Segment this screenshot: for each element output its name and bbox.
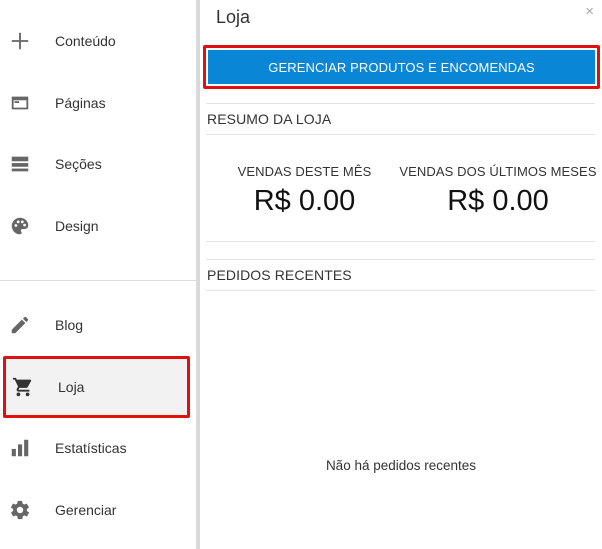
cart-icon xyxy=(12,376,34,398)
empty-orders-message: Não há pedidos recentes xyxy=(325,458,477,473)
divider xyxy=(206,259,595,260)
store-summary-title: RESUMO DA LOJA xyxy=(207,111,332,127)
sidebar-item-label: Estatísticas xyxy=(55,440,127,456)
sidebar-item-conteudo[interactable]: Conteúdo xyxy=(0,11,197,71)
stat-label: VENDAS DOS ÚLTIMOS MESES xyxy=(399,164,597,179)
close-icon[interactable]: × xyxy=(585,4,594,19)
page-title: Loja xyxy=(216,7,251,27)
recent-orders-title: PEDIDOS RECENTES xyxy=(207,267,352,283)
sidebar-item-label: Conteúdo xyxy=(55,33,116,49)
divider xyxy=(206,241,595,242)
sidebar-item-label: Seções xyxy=(55,156,102,172)
plus-icon xyxy=(9,30,31,52)
manage-button-highlight: GERENCIAR PRODUTOS E ENCOMENDAS xyxy=(203,45,600,89)
pages-icon xyxy=(9,92,31,114)
pencil-icon xyxy=(9,314,31,336)
sidebar-item-label: Loja xyxy=(58,379,85,395)
stat-month-sales: VENDAS DESTE MÊS R$ 0.00 xyxy=(222,164,387,218)
sidebar-item-design[interactable]: Design xyxy=(0,196,197,256)
stat-recent-months-sales: VENDAS DOS ÚLTIMOS MESES R$ 0.00 xyxy=(398,164,598,218)
sidebar-item-label: Blog xyxy=(55,317,84,333)
sidebar-item-label: Páginas xyxy=(55,95,106,111)
sidebar-item-gerenciar[interactable]: Gerenciar xyxy=(0,480,197,540)
stat-value: R$ 0.00 xyxy=(253,185,356,217)
sidebar-item-paginas[interactable]: Páginas xyxy=(0,73,197,133)
divider xyxy=(206,103,595,104)
bar-chart-icon xyxy=(9,437,31,459)
palette-icon xyxy=(9,215,31,237)
sidebar: Conteúdo Páginas Seções Design Blog Loja xyxy=(0,0,197,549)
sidebar-item-estatisticas[interactable]: Estatísticas xyxy=(0,418,197,478)
sidebar-item-loja[interactable]: Loja xyxy=(3,356,190,418)
divider xyxy=(206,134,595,135)
sidebar-divider xyxy=(0,280,197,281)
sidebar-item-label: Design xyxy=(55,218,99,234)
stat-label: VENDAS DESTE MÊS xyxy=(237,164,372,179)
sidebar-item-label: Gerenciar xyxy=(55,502,117,518)
sidebar-item-secoes[interactable]: Seções xyxy=(0,134,197,194)
divider xyxy=(206,290,595,291)
gear-icon xyxy=(9,499,31,521)
sections-icon xyxy=(9,153,31,175)
sidebar-item-blog[interactable]: Blog xyxy=(0,295,197,355)
stat-value: R$ 0.00 xyxy=(447,185,549,217)
manage-products-orders-button[interactable]: GERENCIAR PRODUTOS E ENCOMENDAS xyxy=(208,50,595,84)
store-panel: Loja × GERENCIAR PRODUTOS E ENCOMENDAS R… xyxy=(200,0,602,549)
